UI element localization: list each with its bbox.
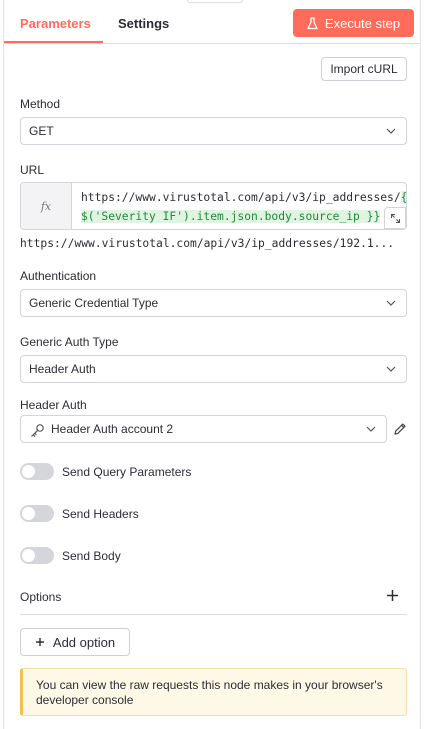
send-query-parameters-label: Send Query Parameters	[62, 464, 192, 479]
method-value: GET	[29, 124, 54, 138]
flask-icon	[307, 16, 318, 29]
generic-auth-type-label: Generic Auth Type	[20, 335, 119, 349]
expression-fx-icon: fx	[21, 183, 72, 229]
panel-header: Parameters Settings Execute step	[4, 0, 420, 44]
add-option-label: Add option	[52, 634, 116, 650]
expand-icon	[390, 213, 400, 223]
add-option-button[interactable]: Add option	[20, 628, 130, 656]
edit-credential-pencil-icon[interactable]	[393, 422, 407, 436]
send-headers-toggle[interactable]	[20, 505, 54, 522]
tab-parameters[interactable]: Parameters	[20, 16, 91, 31]
send-body-label: Send Body	[62, 548, 121, 563]
send-body-toggle[interactable]	[20, 547, 54, 564]
node-parameters-panel: Parameters Settings Execute step Import …	[3, 0, 421, 729]
send-query-parameters-row: Send Query Parameters	[20, 463, 191, 480]
expand-expression-button[interactable]	[384, 207, 406, 229]
url-label: URL	[20, 163, 45, 177]
send-headers-label: Send Headers	[62, 506, 139, 521]
chevron-down-icon	[386, 300, 396, 306]
authentication-select[interactable]: Generic Credential Type	[20, 289, 407, 317]
header-auth-label: Header Auth	[20, 398, 87, 412]
url-resolved-preview: https://www.virustotal.com/api/v3/ip_add…	[20, 237, 395, 250]
import-curl-button[interactable]: Import cURL	[321, 57, 407, 81]
panel-drag-handle[interactable]	[187, 0, 243, 3]
url-expr-open: {{	[400, 191, 406, 204]
options-label: Options	[20, 590, 62, 604]
active-tab-indicator	[4, 41, 103, 43]
chevron-down-icon	[386, 366, 396, 372]
key-icon	[31, 424, 44, 438]
header-auth-value: Header Auth account 2	[51, 422, 174, 436]
execute-step-label: Execute step	[324, 15, 401, 31]
execute-step-button[interactable]: Execute step	[293, 9, 414, 37]
url-expr-body: $('Severity IF').item.json.body.source_i…	[81, 210, 381, 223]
send-query-parameters-toggle[interactable]	[20, 463, 54, 480]
url-prefix: https://www.virustotal.com/api/v3/ip_add…	[81, 191, 401, 204]
chevron-down-icon	[386, 128, 396, 134]
send-headers-row: Send Headers	[20, 505, 139, 522]
url-line-2: $('Severity IF').item.json.body.source_i…	[81, 210, 381, 223]
chevron-down-icon	[366, 426, 376, 432]
send-body-row: Send Body	[20, 547, 121, 564]
header-auth-credential-select[interactable]: Header Auth account 2	[20, 415, 387, 443]
url-expression-input[interactable]: fx https://www.virustotal.com/api/v3/ip_…	[20, 182, 407, 230]
url-line-1: https://www.virustotal.com/api/v3/ip_add…	[81, 191, 406, 204]
notice-text: You can view the raw requests this node …	[36, 678, 383, 707]
tab-settings[interactable]: Settings	[118, 16, 169, 31]
generic-auth-type-value: Header Auth	[29, 362, 96, 376]
authentication-label: Authentication	[20, 269, 97, 283]
options-divider	[20, 614, 407, 615]
developer-console-notice: You can view the raw requests this node …	[20, 668, 407, 716]
generic-auth-type-select[interactable]: Header Auth	[20, 355, 407, 383]
method-select[interactable]: GET	[20, 117, 407, 145]
plus-icon	[35, 638, 44, 646]
plus-icon[interactable]	[386, 589, 399, 602]
method-label: Method	[20, 97, 61, 111]
authentication-value: Generic Credential Type	[29, 296, 159, 310]
